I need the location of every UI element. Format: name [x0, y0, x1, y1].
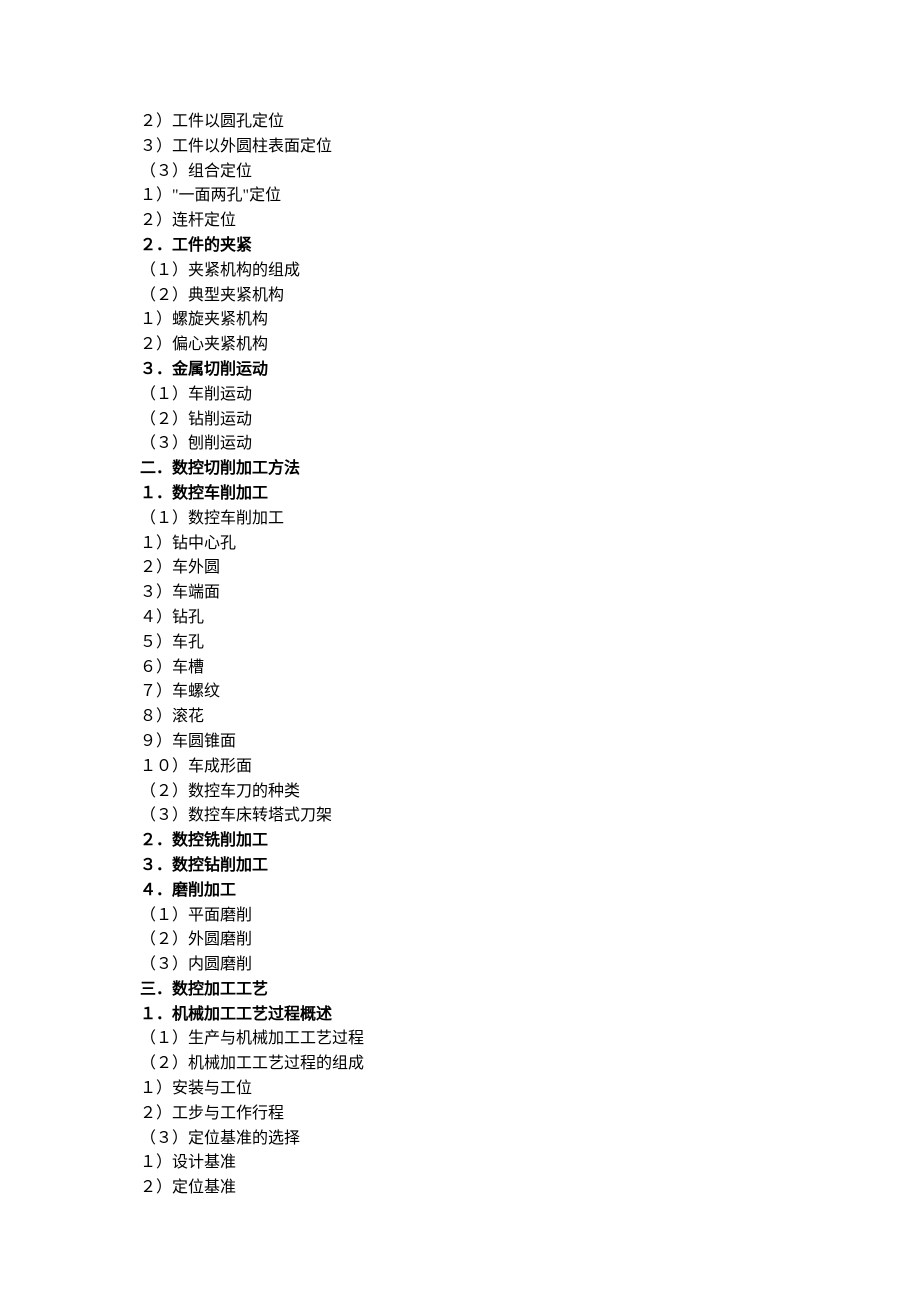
outline-line: ８）滚花 [140, 705, 780, 730]
outline-line: ２）偏心夹紧机构 [140, 333, 780, 358]
outline-line: ４．磨削加工 [140, 879, 780, 904]
outline-line: ４）钻孔 [140, 606, 780, 631]
outline-line: 二．数控切削加工方法 [140, 457, 780, 482]
outline-line: （３）定位基准的选择 [140, 1127, 780, 1152]
outline-line: （１）夹紧机构的组成 [140, 259, 780, 284]
outline-line: １）设计基准 [140, 1151, 780, 1176]
outline-line: （３）数控车床转塔式刀架 [140, 804, 780, 829]
outline-line: １．数控车削加工 [140, 482, 780, 507]
outline-line: ３）车端面 [140, 581, 780, 606]
outline-line: ２）车外圆 [140, 556, 780, 581]
outline-line: （２）外圆磨削 [140, 928, 780, 953]
outline-line: （３）刨削运动 [140, 432, 780, 457]
outline-line: （１）数控车削加工 [140, 507, 780, 532]
outline-line: （３）组合定位 [140, 160, 780, 185]
outline-line: ２）定位基准 [140, 1176, 780, 1201]
outline-line: ２）工件以圆孔定位 [140, 110, 780, 135]
outline-line: （１）生产与机械加工工艺过程 [140, 1027, 780, 1052]
outline-line: ３）工件以外圆柱表面定位 [140, 135, 780, 160]
outline-line: １）钻中心孔 [140, 532, 780, 557]
outline-line: ５）车孔 [140, 631, 780, 656]
outline-line: １）安装与工位 [140, 1077, 780, 1102]
outline-line: ７）车螺纹 [140, 680, 780, 705]
outline-line: ９）车圆锥面 [140, 730, 780, 755]
outline-line: （２）钻削运动 [140, 408, 780, 433]
outline-line: １０）车成形面 [140, 755, 780, 780]
outline-line: １）螺旋夹紧机构 [140, 308, 780, 333]
outline-line: （２）数控车刀的种类 [140, 780, 780, 805]
document-page: ２）工件以圆孔定位３）工件以外圆柱表面定位（３）组合定位１）"一面两孔"定位２）… [0, 0, 920, 1302]
outline-line: 三．数控加工工艺 [140, 978, 780, 1003]
outline-line: ３．数控钻削加工 [140, 854, 780, 879]
outline-line: ２．工件的夹紧 [140, 234, 780, 259]
outline-line: ２．数控铣削加工 [140, 829, 780, 854]
outline-line: （２）典型夹紧机构 [140, 284, 780, 309]
outline-line: （１）车削运动 [140, 383, 780, 408]
outline-content: ２）工件以圆孔定位３）工件以外圆柱表面定位（３）组合定位１）"一面两孔"定位２）… [140, 110, 780, 1201]
outline-line: １）"一面两孔"定位 [140, 184, 780, 209]
outline-line: ６）车槽 [140, 656, 780, 681]
outline-line: １．机械加工工艺过程概述 [140, 1003, 780, 1028]
outline-line: ２）工步与工作行程 [140, 1102, 780, 1127]
outline-line: （２）机械加工工艺过程的组成 [140, 1052, 780, 1077]
outline-line: ３．金属切削运动 [140, 358, 780, 383]
outline-line: ２）连杆定位 [140, 209, 780, 234]
outline-line: （１）平面磨削 [140, 904, 780, 929]
outline-line: （３）内圆磨削 [140, 953, 780, 978]
